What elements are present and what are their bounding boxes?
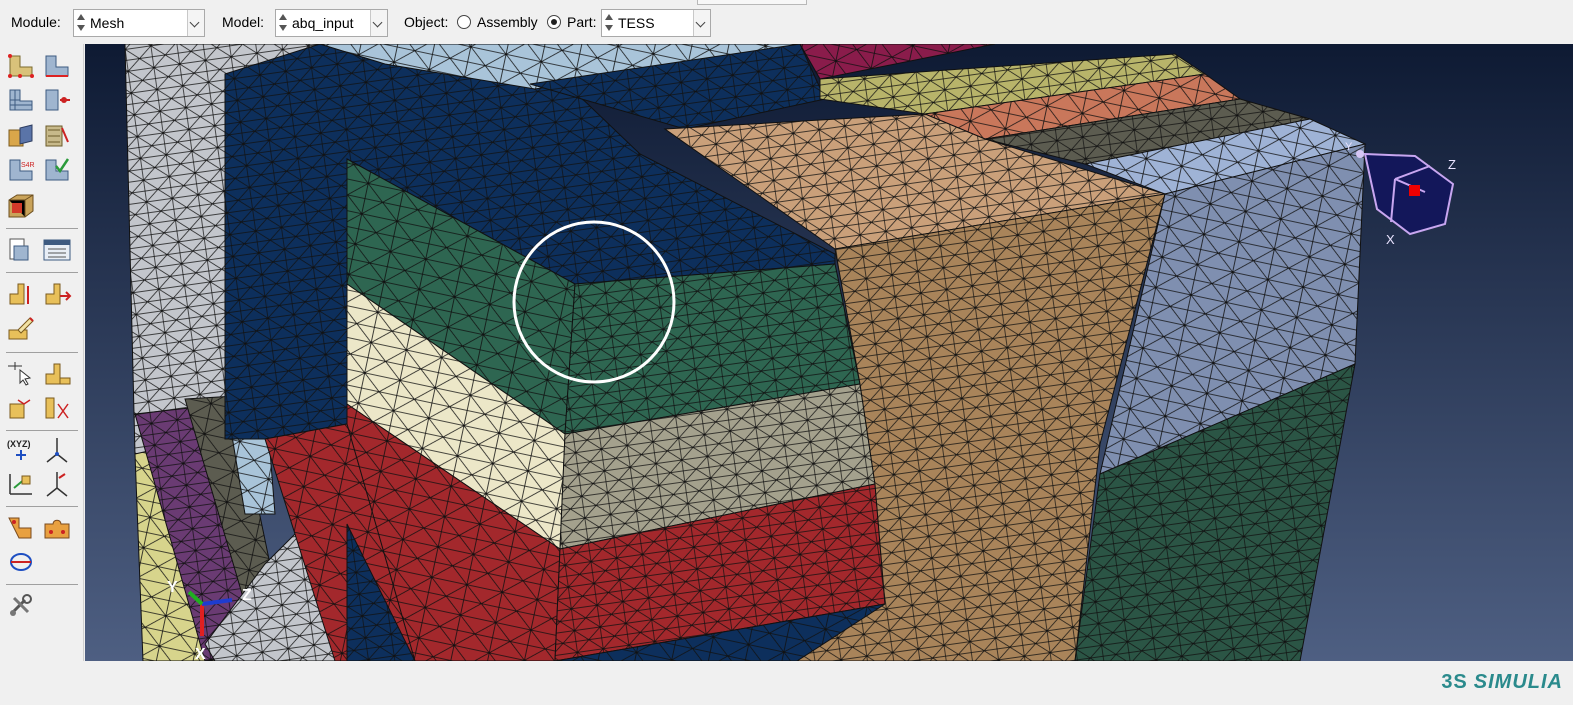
virtual-topology-icon[interactable]: [6, 314, 36, 342]
element-type-icon[interactable]: [42, 86, 72, 114]
triad-z-label: Z: [242, 587, 252, 604]
mesh-display-icon[interactable]: [42, 236, 72, 264]
chevron-down-icon[interactable]: [693, 10, 710, 36]
chevron-down-icon[interactable]: [187, 10, 204, 36]
module-label: Module:: [11, 14, 61, 30]
brand-name: SIMULIA: [1473, 671, 1563, 693]
view-cube-y-label: Y: [1345, 141, 1353, 153]
part-value: TESS: [618, 15, 655, 31]
mesh-part-icon[interactable]: S4R: [6, 156, 36, 184]
seed-edges-icon[interactable]: [42, 52, 72, 80]
module-value: Mesh: [90, 15, 125, 31]
create-csys-icon[interactable]: [6, 394, 36, 422]
assembly-radio-label[interactable]: Assembly: [477, 14, 538, 30]
graphics-viewport[interactable]: Y Z X Y Z X: [85, 44, 1573, 661]
module-spinner-icon[interactable]: [76, 13, 86, 33]
part-radio-label[interactable]: Part:: [567, 14, 597, 30]
mesh-toolbox: S4R (XYZ): [0, 44, 84, 661]
simulia-logo: 3S SIMULIA: [1441, 671, 1563, 694]
settings-tools-icon[interactable]: [6, 592, 36, 620]
datum-csys-icon[interactable]: [6, 470, 36, 498]
ds-logo-icon: 3S: [1441, 671, 1468, 693]
toolbox-separator: [6, 506, 78, 507]
assembly-radio[interactable]: [457, 15, 471, 29]
mesh-model[interactable]: [124, 44, 1367, 661]
toolbox-separator: [6, 430, 78, 431]
prompt-area-tab: [697, 0, 807, 5]
mesh-render[interactable]: Y Z X Y Z X: [85, 44, 1573, 661]
seed-part-icon[interactable]: [6, 52, 36, 80]
object-label: Object:: [404, 14, 449, 30]
create-reference-point-icon[interactable]: [42, 360, 72, 388]
model-value: abq_input: [292, 15, 354, 31]
datum-point-icon[interactable]: (XYZ): [6, 436, 36, 464]
datum-plane-icon[interactable]: [42, 394, 72, 422]
part-combo[interactable]: TESS: [601, 9, 711, 37]
toolbox-separator: [6, 272, 78, 273]
model-combo[interactable]: abq_input: [275, 9, 388, 37]
status-bar: 3S SIMULIA: [0, 661, 1573, 705]
create-datum-icon[interactable]: [6, 360, 36, 388]
view-cube-z-label: Z: [1448, 157, 1456, 172]
triad-y-label: Y: [167, 579, 178, 596]
query-info-icon[interactable]: [6, 236, 36, 264]
svg-text:(XYZ): (XYZ): [7, 439, 31, 449]
view-cube-selected-face: [1409, 185, 1420, 196]
delete-seeds-icon[interactable]: [42, 122, 72, 150]
toolbox-separator: [6, 352, 78, 353]
view-cube-x-label: X: [1386, 232, 1395, 247]
datum-point-offset-icon[interactable]: [42, 470, 72, 498]
verify-mesh-icon[interactable]: [42, 156, 72, 184]
part-radio[interactable]: [547, 15, 561, 29]
chevron-down-icon[interactable]: [370, 10, 387, 36]
model-label: Model:: [222, 14, 265, 30]
mesh-controls-icon[interactable]: [6, 86, 36, 114]
part-spinner-icon[interactable]: [604, 13, 614, 33]
triad-x-label: X: [195, 646, 206, 661]
edit-geometry-icon[interactable]: [42, 514, 72, 542]
assign-stack-icon[interactable]: [6, 122, 36, 150]
context-bar: Module: Mesh Model: abq_input Object: As…: [0, 0, 1573, 44]
datum-axis-icon[interactable]: [42, 436, 72, 464]
toolbox-separator: [6, 228, 78, 229]
mesh-region-icon[interactable]: [6, 192, 36, 220]
svg-text:S4R: S4R: [21, 162, 35, 169]
model-spinner-icon[interactable]: [278, 13, 288, 33]
module-combo[interactable]: Mesh: [73, 9, 205, 37]
partition-cell-icon[interactable]: [6, 280, 36, 308]
partition-face-icon[interactable]: [42, 280, 72, 308]
repair-geometry-icon[interactable]: [6, 548, 36, 576]
edit-mesh-icon[interactable]: [6, 514, 36, 542]
toolbox-separator: [6, 584, 78, 585]
